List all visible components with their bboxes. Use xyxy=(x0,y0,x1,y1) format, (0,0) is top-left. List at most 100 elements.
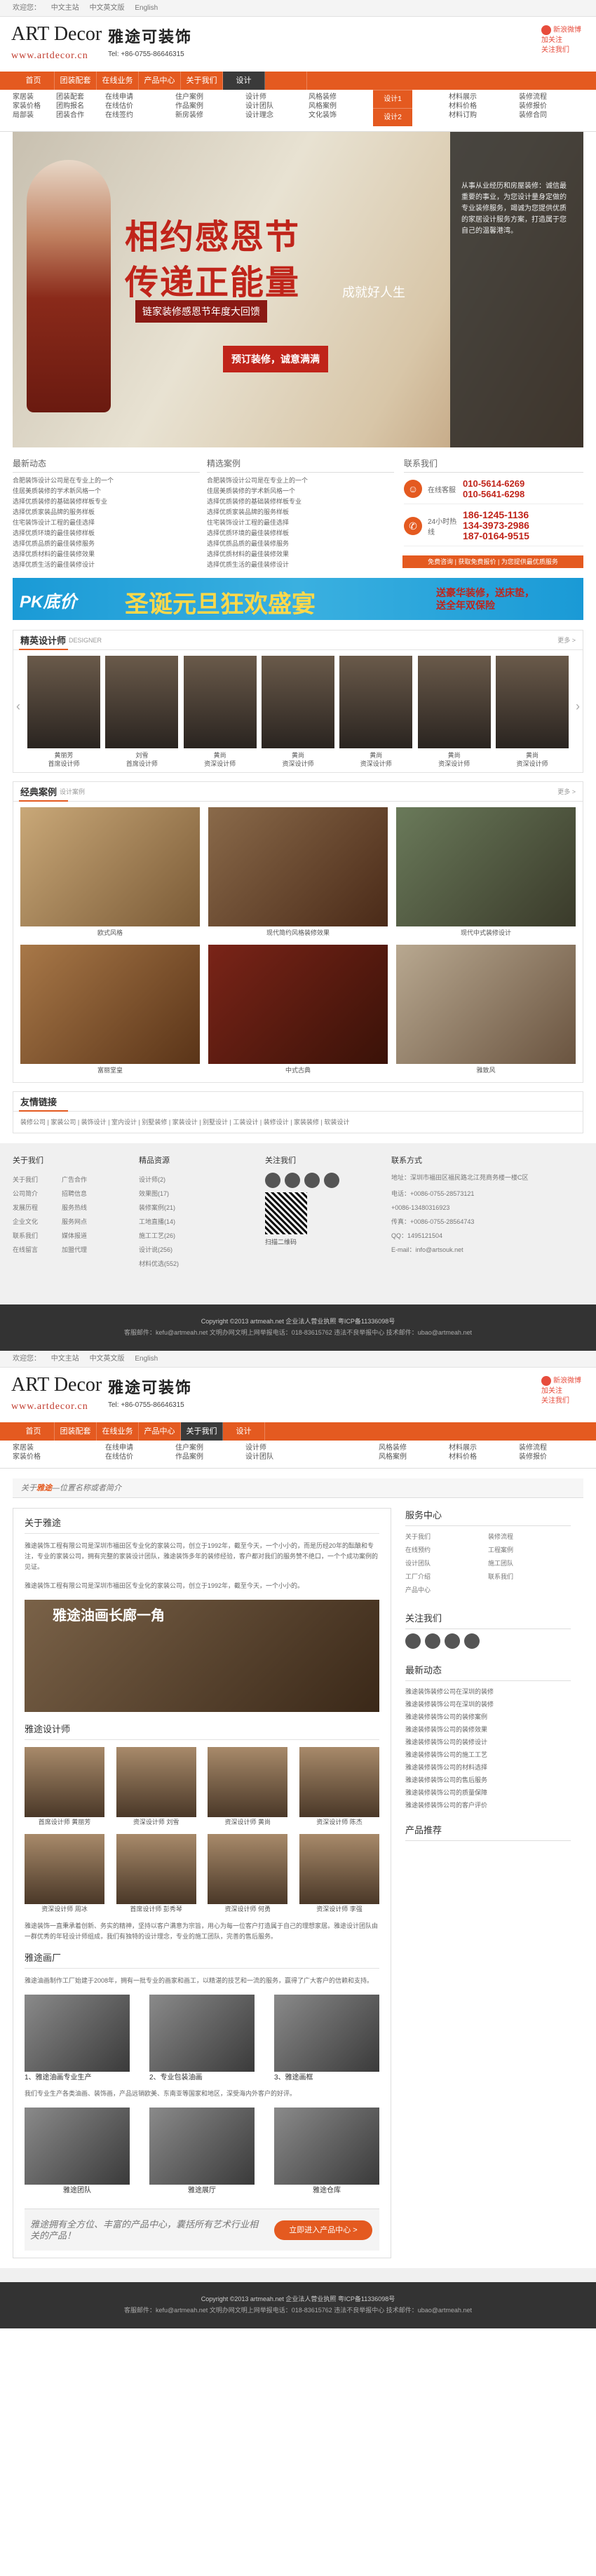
case-link[interactable]: 选择优质品质的最佳装修服务 xyxy=(207,539,394,549)
news-item[interactable]: 选择优质家装品牌的服务样板 xyxy=(13,507,200,518)
case-link[interactable]: 选择优质装修的基础装修样板专业 xyxy=(207,497,394,507)
footer-email[interactable]: E-mail：info@artsouk.net xyxy=(391,1243,553,1257)
case-link[interactable]: 选择优质生活的最佳装修设计 xyxy=(207,560,394,570)
subnav-item[interactable]: 装修流程 xyxy=(519,1443,561,1452)
topbar-link[interactable]: English xyxy=(135,1355,158,1363)
nav-online[interactable]: 在线业务 xyxy=(97,72,139,90)
subnav-item[interactable]: 作品案例 xyxy=(175,1452,217,1462)
team-card[interactable]: 资深设计师 刘雪 xyxy=(116,1747,196,1827)
designer-card[interactable]: 刘雪 首席设计师 xyxy=(105,656,179,768)
tencent-icon[interactable] xyxy=(285,1173,300,1188)
footer-link[interactable]: 企业文化 xyxy=(13,1215,62,1229)
news-item[interactable]: 住宅装饰设计工程的最佳选择 xyxy=(13,518,200,528)
subnav-item[interactable]: 住户案例 xyxy=(175,93,217,102)
chevron-right-icon[interactable]: › xyxy=(576,699,580,714)
team-card[interactable]: 首席设计师 黄丽芳 xyxy=(25,1747,104,1827)
cases-more-link[interactable]: 更多 > xyxy=(557,787,576,796)
designer-card[interactable]: 黄尚 资深设计师 xyxy=(417,656,491,768)
promo-bar[interactable]: 免费咨询 | 获取免费报价 | 为您提供最优质服务 xyxy=(402,555,583,568)
news-item[interactable]: 选择优质环境的最佳装修样板 xyxy=(13,528,200,539)
side-news-item[interactable]: 雅途装修装饰公司的装修案例 xyxy=(405,1711,571,1723)
side-news-item[interactable]: 雅途装修装饰公司的质量保障 xyxy=(405,1786,571,1799)
service-link[interactable]: 在线预约 xyxy=(405,1544,488,1557)
subnav-item[interactable]: 设计团队 xyxy=(245,1452,287,1462)
subnav-item[interactable]: 装修报价 xyxy=(519,102,561,111)
footer-link[interactable]: 媒体报道 xyxy=(62,1229,111,1243)
subnav-item[interactable]: 装修报价 xyxy=(519,1452,561,1462)
footer-link[interactable]: 招聘信息 xyxy=(62,1187,111,1201)
service-link[interactable]: 关于我们 xyxy=(405,1530,488,1544)
team-card[interactable]: 资深设计师 陈杰 xyxy=(299,1747,379,1827)
side-news-item[interactable]: 雅途装修装饰公司的施工工艺 xyxy=(405,1748,571,1761)
service-link[interactable]: 工程案例 xyxy=(488,1544,571,1557)
case-link[interactable]: 佳居美质装修的学术新风格一个 xyxy=(207,486,394,497)
topbar-link[interactable]: 中文英文版 xyxy=(90,1355,125,1363)
news-item[interactable]: 选择优质品质的最佳装修服务 xyxy=(13,539,200,549)
footer-link[interactable]: 效果图(17) xyxy=(139,1187,265,1201)
subnav-item[interactable]: 设计团队 xyxy=(245,102,287,111)
subnav-item[interactable]: 住户案例 xyxy=(175,1443,217,1452)
footer-link[interactable]: 联系我们 xyxy=(13,1229,62,1243)
designer-card[interactable]: 黄尚 资深设计师 xyxy=(339,656,413,768)
subnav-item[interactable]: 设计师 xyxy=(245,93,287,102)
subnav-item[interactable]: 新房装修 xyxy=(175,111,217,120)
subnav-item[interactable]: 家居装 xyxy=(13,1443,55,1452)
subnav-item[interactable]: 在线签约 xyxy=(105,111,147,120)
nav-about[interactable]: 关于我们 xyxy=(181,72,223,90)
case-link[interactable]: 选择优质家装品牌的服务样板 xyxy=(207,507,394,518)
footer-link[interactable]: 发展历程 xyxy=(13,1201,62,1215)
case-link[interactable]: 合肥装饰设计公司是在专业上的一个 xyxy=(207,476,394,486)
footer-link[interactable]: 服务网点 xyxy=(62,1215,111,1229)
subnav-item[interactable]: 作品案例 xyxy=(175,102,217,111)
side-news-item[interactable]: 雅途装修装饰公司在深圳的装修 xyxy=(405,1698,571,1711)
subnav-item[interactable]: 材料价格 xyxy=(449,1452,491,1462)
subnav-item[interactable]: 风格装修 xyxy=(309,93,351,102)
logo[interactable]: ART Decor 雅途可装饰 www.artdecor.cn Tel: +86… xyxy=(11,22,222,65)
nav-about[interactable]: 关于我们 xyxy=(181,1422,223,1441)
nav-design[interactable]: 设计 xyxy=(223,1422,265,1441)
case-card[interactable]: 富丽堂皇 xyxy=(20,945,200,1077)
case-link[interactable]: 选择优质材料的最佳装修效果 xyxy=(207,549,394,560)
nav-group[interactable]: 团装配套 xyxy=(55,1422,97,1441)
subnav-item[interactable]: 在线申请 xyxy=(105,93,147,102)
subnav-item[interactable]: 在线估价 xyxy=(105,1452,147,1462)
news-item[interactable]: 选择优质生活的最佳装修设计 xyxy=(13,560,200,570)
footer-link[interactable]: 施工工艺(26) xyxy=(139,1229,265,1243)
case-card[interactable]: 雅致风 xyxy=(396,945,576,1077)
footer-link[interactable]: 设计师(2) xyxy=(139,1173,265,1187)
hero-banner[interactable]: 相约感恩节 传递正能量 链家装修感恩节年度大回馈 预订装修，诚意满满 成就好人生… xyxy=(13,132,583,447)
subnav-item[interactable]: 材料展示 xyxy=(449,93,491,102)
subnav-item[interactable]: 局部装 xyxy=(13,111,55,120)
weibo-icon[interactable] xyxy=(405,1633,421,1649)
team-card[interactable]: 资深设计师 周冰 xyxy=(25,1834,104,1914)
subnav-item[interactable]: 团装合作 xyxy=(56,111,98,120)
nav-group[interactable]: 团装配套 xyxy=(55,72,97,90)
subnav-item[interactable]: 团装配套 xyxy=(56,93,98,102)
side-news-item[interactable]: 雅途装修装饰公司的售后服务 xyxy=(405,1774,571,1786)
footer-link[interactable]: 服务热线 xyxy=(62,1201,111,1215)
subnav-item[interactable]: 风格案例 xyxy=(379,1452,421,1462)
topbar-link[interactable]: 中文主站 xyxy=(51,4,79,12)
friend-links[interactable]: 装修公司 | 家装公司 | 装饰设计 | 室内设计 | 别墅装修 | 家装设计 … xyxy=(13,1112,583,1133)
subnav-item[interactable]: 家装价格 xyxy=(13,102,55,111)
designers-more-link[interactable]: 更多 > xyxy=(557,635,576,645)
news-item[interactable]: 选择优质材料的最佳装修效果 xyxy=(13,549,200,560)
subnav-item[interactable]: 材料订购 xyxy=(449,111,491,120)
news-item[interactable]: 选择优质装修的基础装修样板专业 xyxy=(13,497,200,507)
factory-card[interactable]: 1、雅途油画专业生产 xyxy=(25,1995,130,2084)
subnav-item[interactable]: 风格案例 xyxy=(309,102,351,111)
dropdown-item[interactable]: 设计1 xyxy=(373,90,412,108)
subnav-item[interactable]: 文化装饰 xyxy=(309,111,351,120)
footer-link[interactable]: 关于我们 xyxy=(13,1173,62,1187)
nav-products[interactable]: 产品中心 xyxy=(139,72,181,90)
case-link[interactable]: 选择优质环境的最佳装修样板 xyxy=(207,528,394,539)
subnav-item[interactable]: 家居装 xyxy=(13,93,55,102)
subnav-item[interactable]: 材料价格 xyxy=(449,102,491,111)
case-card[interactable]: 现代简约风格装修效果 xyxy=(208,807,388,939)
side-news-item[interactable]: 雅途装修装饰公司的客户评价 xyxy=(405,1799,571,1812)
case-card[interactable]: 现代中式装修设计 xyxy=(396,807,576,939)
subnav-item[interactable]: 在线估价 xyxy=(105,102,147,111)
subnav-item[interactable]: 在线申请 xyxy=(105,1443,147,1452)
nav-products[interactable]: 产品中心 xyxy=(139,1422,181,1441)
promo-banner[interactable]: PK底价 圣诞元旦狂欢盛宴 送豪华装修，送床垫，送全年双保险 xyxy=(13,578,583,620)
